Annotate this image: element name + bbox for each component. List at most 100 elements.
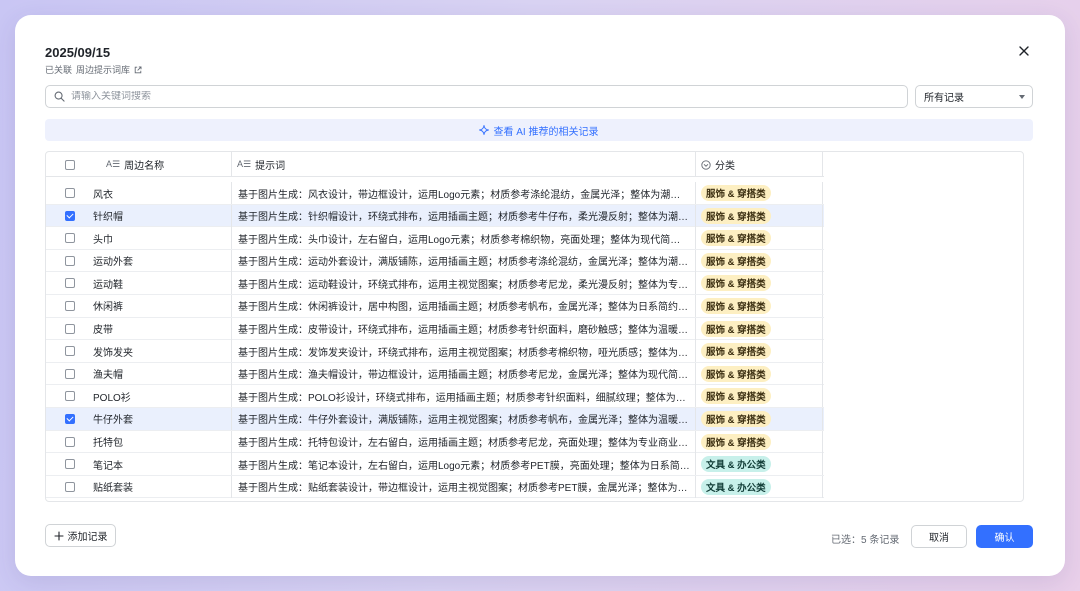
row-select-cell xyxy=(46,250,93,272)
row-name[interactable]: 笔记本 xyxy=(93,453,231,475)
table-row[interactable]: 运动鞋 基于图片生成：运动鞋设计，环绕式排布，运用主视觉图案；材质参考尼龙，柔光漫… xyxy=(46,272,824,295)
row-checkbox[interactable] xyxy=(64,323,75,334)
row-name[interactable]: 发饰发夹 xyxy=(93,340,231,362)
confirm-button[interactable]: 确认 xyxy=(976,525,1033,548)
row-prompt-text: 基于图片生成：发饰发夹设计，环绕式排布，运用主视觉图案；材质参考棉织物，哑光质感… xyxy=(238,347,690,359)
row-category[interactable]: 服饰 & 穿搭类 xyxy=(695,227,823,250)
row-checkbox[interactable] xyxy=(64,436,75,447)
category-tag: 服饰 & 穿搭类 xyxy=(701,320,771,337)
category-tag: 文具 & 办公类 xyxy=(701,478,771,495)
row-category[interactable]: 服饰 & 穿搭类 xyxy=(695,272,823,295)
row-name[interactable]: 皮带 xyxy=(93,318,231,340)
row-category[interactable]: 服饰 & 穿搭类 xyxy=(695,385,823,408)
table-row[interactable]: 针织帽 基于图片生成：针织帽设计，环绕式排布，运用插画主题；材质参考牛仔布，柔光漫… xyxy=(46,204,824,228)
row-select-cell xyxy=(46,295,93,317)
row-name[interactable]: 休闲裤 xyxy=(93,295,231,317)
row-category[interactable]: 服饰 & 穿搭类 xyxy=(695,249,823,272)
row-category[interactable]: 服饰 & 穿搭类 xyxy=(695,204,823,227)
row-prompt[interactable]: 基于图片生成：牛仔外套设计，满版铺陈，运用主视觉图案；材质参考帆布，金属光泽；整… xyxy=(231,407,695,430)
plus-icon xyxy=(53,530,64,541)
row-checkbox[interactable] xyxy=(64,413,75,424)
row-category[interactable]: 服饰 & 穿搭类 xyxy=(695,407,823,430)
row-category[interactable]: 文具 & 办公类 xyxy=(695,453,823,476)
table-row[interactable]: 贴纸套装 基于图片生成：贴纸套装设计，带边框设计，运用主视觉图案；材质参考PET膜… xyxy=(46,475,824,499)
row-select-cell xyxy=(46,453,93,475)
row-prompt[interactable]: 基于图片生成：运动外套设计，满版铺陈，运用插画主题；材质参考涤纶混纺，金属光泽；… xyxy=(231,249,695,272)
category-tag: 服饰 & 穿搭类 xyxy=(701,185,771,201)
row-name[interactable]: POLO衫 xyxy=(93,385,231,407)
header-name[interactable]: A☰ 周边名称 xyxy=(93,152,231,177)
row-prompt-text: 基于图片生成：运动鞋设计，环绕式排布，运用主视觉图案；材质参考尼龙，柔光漫反射；… xyxy=(238,279,690,291)
row-name[interactable]: 头巾 xyxy=(93,227,231,249)
row-name[interactable]: 托特包 xyxy=(93,431,231,453)
text-field-icon: A☰ xyxy=(106,159,121,169)
row-name[interactable]: 运动外套 xyxy=(93,250,231,272)
search-input[interactable] xyxy=(71,91,851,102)
row-checkbox[interactable] xyxy=(64,188,75,198)
table-row[interactable]: 笔记本 基于图片生成：笔记本设计，左右留白，运用Logo元素；材质参考PET膜，亮… xyxy=(46,453,824,476)
row-prompt[interactable]: 基于图片生成：风衣设计，带边框设计，运用Logo元素；材质参考涤纶混纺，金属光泽… xyxy=(231,182,695,204)
select-all-checkbox[interactable] xyxy=(64,159,75,170)
row-name[interactable]: 风衣 xyxy=(93,182,231,204)
row-prompt[interactable]: 基于图片生成：POLO衫设计，环绕式排布，运用插画主题；材质参考针织面料，细腻纹… xyxy=(231,385,695,408)
row-checkbox[interactable] xyxy=(64,278,75,289)
row-prompt[interactable]: 基于图片生成：笔记本设计，左右留白，运用Logo元素；材质参考PET膜，亮面处理… xyxy=(231,453,695,476)
row-prompt[interactable]: 基于图片生成：针织帽设计，环绕式排布，运用插画主题；材质参考牛仔布，柔光漫反射；… xyxy=(231,204,695,227)
row-prompt[interactable]: 基于图片生成：贴纸套装设计，带边框设计，运用主视觉图案；材质参考PET膜，金属光… xyxy=(231,475,695,498)
row-name[interactable]: 运动鞋 xyxy=(93,272,231,294)
row-name[interactable]: 针织帽 xyxy=(93,205,231,227)
table-row[interactable]: 托特包 基于图片生成：托特包设计，左右留白，运用插画主题；材质参考尼龙，亮面处理；… xyxy=(46,430,824,454)
row-category[interactable]: 服饰 & 穿搭类 xyxy=(695,430,823,453)
table-row[interactable]: 发饰发夹 基于图片生成：发饰发夹设计，环绕式排布，运用主视觉图案；材质参考棉织物，… xyxy=(46,340,824,363)
row-prompt-text: 基于图片生成：头巾设计，左右留白，运用Logo元素；材质参考棉织物，亮面处理；整… xyxy=(238,234,690,246)
row-prompt[interactable]: 基于图片生成：托特包设计，左右留白，运用插画主题；材质参考尼龙，亮面处理；整体为… xyxy=(231,430,695,453)
ai-recommend-button[interactable]: 查看 AI 推荐的相关记录 xyxy=(45,119,1033,141)
table-row[interactable]: 皮带 基于图片生成：皮带设计，环绕式排布，运用插画主题；材质参考针织面料，磨砂触感… xyxy=(46,317,824,341)
table-row[interactable]: 休闲裤 基于图片生成：休闲裤设计，居中构图，运用插画主题；材质参考帆布，金属光泽；… xyxy=(46,294,824,318)
category-tag: 文具 & 办公类 xyxy=(701,456,771,473)
row-prompt[interactable]: 基于图片生成：运动鞋设计，环绕式排布，运用主视觉图案；材质参考尼龙，柔光漫反射；… xyxy=(231,272,695,295)
header-category[interactable]: 分类 xyxy=(695,152,823,177)
row-category[interactable]: 文具 & 办公类 xyxy=(695,475,823,498)
row-prompt[interactable]: 基于图片生成：发饰发夹设计，环绕式排布，运用主视觉图案；材质参考棉织物，哑光质感… xyxy=(231,340,695,363)
row-name[interactable]: 贴纸套装 xyxy=(93,476,231,498)
table-body: 风衣 基于图片生成：风衣设计，带边框设计，运用Logo元素；材质参考涤纶混纺，金属… xyxy=(46,182,824,499)
row-checkbox[interactable] xyxy=(64,210,75,221)
row-category[interactable]: 服饰 & 穿搭类 xyxy=(695,362,823,385)
close-icon[interactable] xyxy=(1017,44,1031,58)
row-prompt[interactable]: 基于图片生成：头巾设计，左右留白，运用Logo元素；材质参考棉织物，亮面处理；整… xyxy=(231,227,695,250)
cancel-button[interactable]: 取消 xyxy=(911,525,967,548)
row-prompt-text: 基于图片生成：贴纸套装设计，带边框设计，运用主视觉图案；材质参考PET膜，金属光… xyxy=(238,483,690,495)
row-checkbox[interactable] xyxy=(64,346,75,357)
row-checkbox[interactable] xyxy=(64,368,75,379)
record-filter-select[interactable]: 所有记录 xyxy=(915,85,1033,108)
dialog-title: 2025/09/15 xyxy=(45,45,111,60)
table-row[interactable]: 风衣 基于图片生成：风衣设计，带边框设计，运用Logo元素；材质参考涤纶混纺，金属… xyxy=(46,182,824,205)
table-row[interactable]: POLO衫 基于图片生成：POLO衫设计，环绕式排布，运用插画主题；材质参考针织面… xyxy=(46,385,824,408)
row-name[interactable]: 牛仔外套 xyxy=(93,408,231,430)
row-prompt[interactable]: 基于图片生成：皮带设计，环绕式排布，运用插画主题；材质参考针织面料，磨砂触感；整… xyxy=(231,317,695,340)
row-checkbox[interactable] xyxy=(64,300,75,311)
table-row[interactable]: 运动外套 基于图片生成：运动外套设计，满版铺陈，运用插画主题；材质参考涤纶混纺，金… xyxy=(46,249,824,273)
row-checkbox[interactable] xyxy=(64,481,75,492)
add-record-button[interactable]: 添加记录 xyxy=(45,524,116,547)
linked-target-link[interactable]: 周边提示词库 xyxy=(76,63,130,76)
table-row[interactable]: 渔夫帽 基于图片生成：渔夫帽设计，带边框设计，运用插画主题；材质参考尼龙，金属光泽… xyxy=(46,362,824,386)
table-row[interactable]: 头巾 基于图片生成：头巾设计，左右留白，运用Logo元素；材质参考棉织物，亮面处理… xyxy=(46,227,824,250)
row-category[interactable]: 服饰 & 穿搭类 xyxy=(695,317,823,340)
row-category[interactable]: 服饰 & 穿搭类 xyxy=(695,294,823,317)
row-select-cell xyxy=(46,272,93,294)
table-row[interactable]: 牛仔外套 基于图片生成：牛仔外套设计，满版铺陈，运用主视觉图案；材质参考帆布，金属… xyxy=(46,407,824,431)
row-checkbox[interactable] xyxy=(64,391,75,402)
row-prompt[interactable]: 基于图片生成：休闲裤设计，居中构图，运用插画主题；材质参考帆布，金属光泽；整体为… xyxy=(231,294,695,317)
record-filter-value: 所有记录 xyxy=(924,93,964,104)
row-checkbox[interactable] xyxy=(64,233,75,244)
row-category[interactable]: 服饰 & 穿搭类 xyxy=(695,182,823,204)
row-prompt[interactable]: 基于图片生成：渔夫帽设计，带边框设计，运用插画主题；材质参考尼龙，金属光泽；整体… xyxy=(231,362,695,385)
external-link-icon[interactable] xyxy=(134,66,142,74)
row-checkbox[interactable] xyxy=(64,255,75,266)
row-name[interactable]: 渔夫帽 xyxy=(93,363,231,385)
header-prompt[interactable]: A☰ 提示词 xyxy=(231,152,695,177)
row-category[interactable]: 服饰 & 穿搭类 xyxy=(695,340,823,363)
row-checkbox[interactable] xyxy=(64,459,75,470)
